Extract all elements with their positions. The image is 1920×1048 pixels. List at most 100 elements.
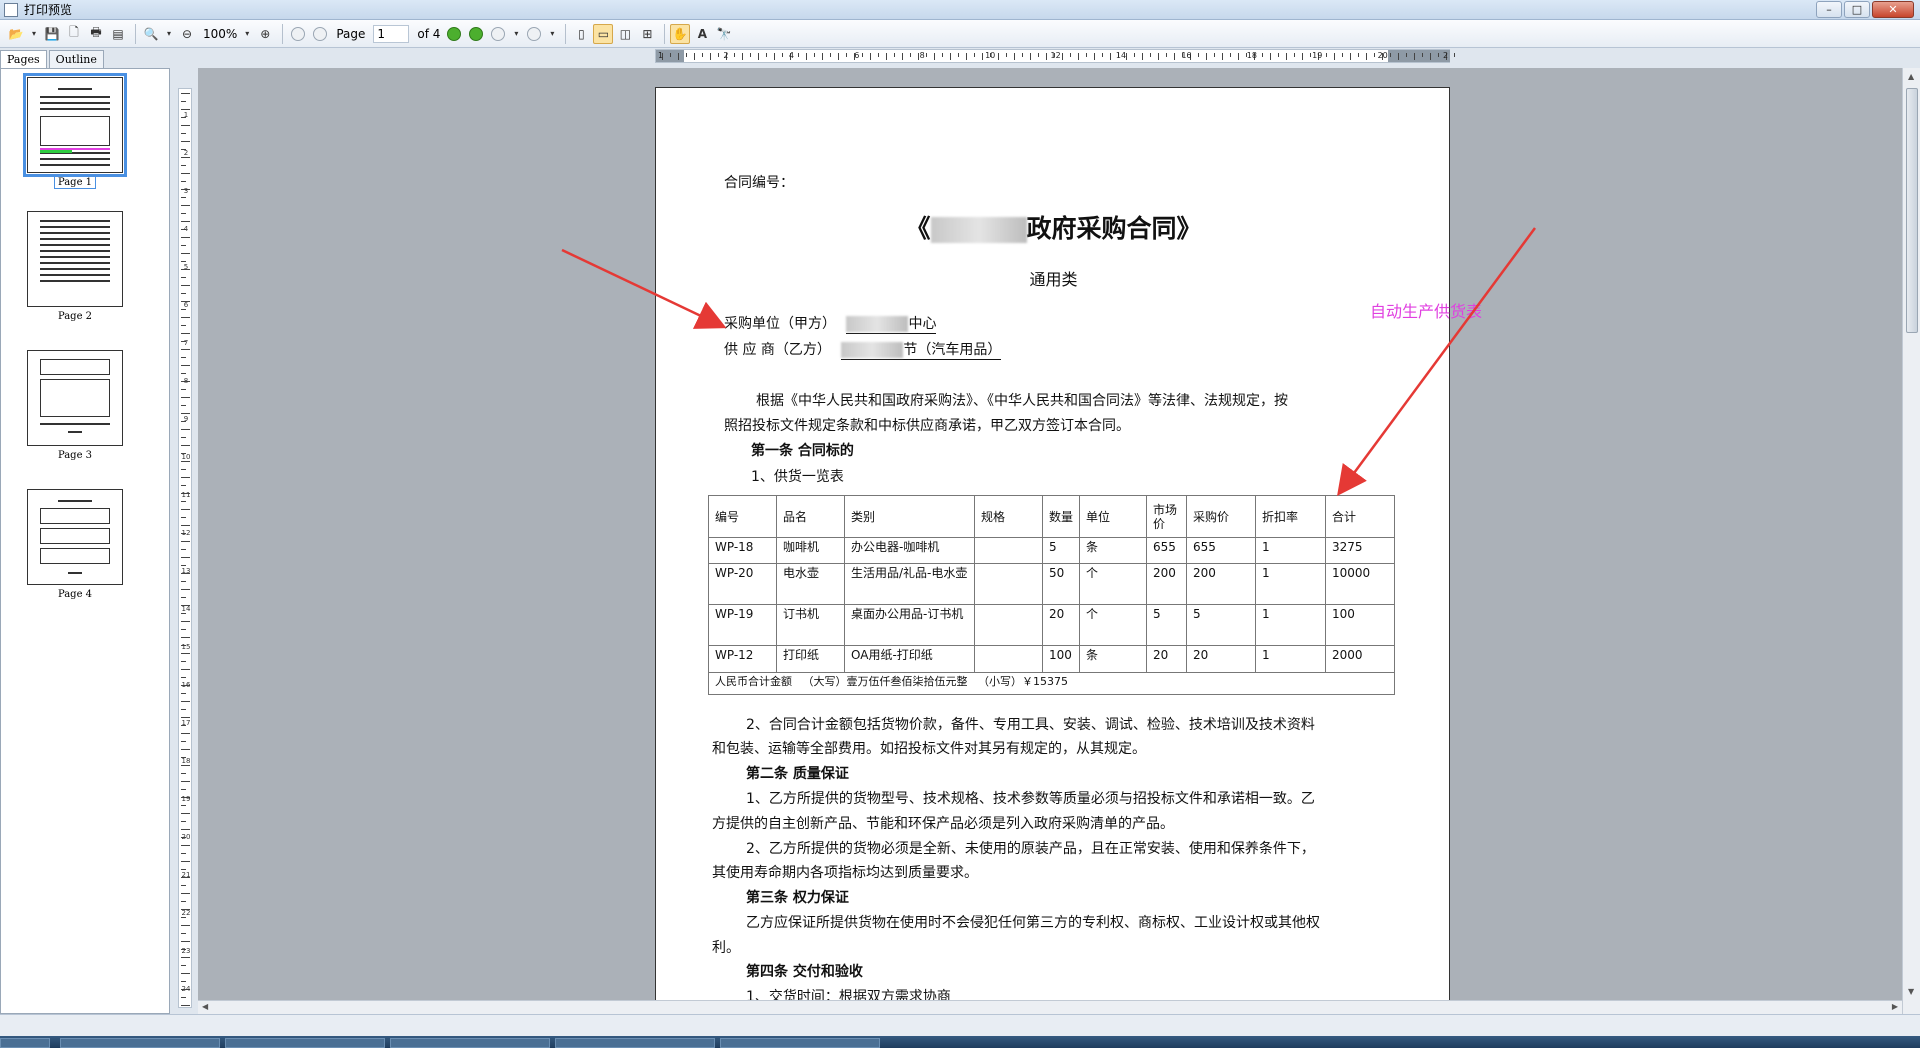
save-icon[interactable]: 💾 — [42, 24, 62, 44]
toolbar-separator — [135, 23, 136, 44]
zoom-out-icon[interactable]: ⊖ — [177, 24, 197, 44]
scroll-left-icon[interactable]: ◀ — [202, 1002, 208, 1011]
page-thumbnail[interactable] — [27, 350, 123, 446]
thumbnail-page-2[interactable]: Page 2 — [27, 211, 123, 322]
ruler-label: 20 — [1377, 51, 1388, 60]
ruler-tick — [181, 349, 190, 350]
taskbar-button[interactable] — [390, 1038, 550, 1048]
ruler-label: 4 — [183, 225, 189, 233]
paragraph-line: 其使用寿命期内各项指标均达到质量要求。 — [712, 865, 978, 881]
zoom-reset-icon[interactable]: ⊕ — [255, 24, 275, 44]
close-button[interactable]: ✕ — [1872, 1, 1914, 18]
ruler-tick — [181, 661, 186, 662]
scroll-up-icon[interactable]: ▲ — [1908, 72, 1914, 81]
ruler-tick — [181, 413, 190, 414]
zoom-level[interactable]: 100% — [203, 27, 237, 41]
open-dropdown-icon[interactable]: ▾ — [28, 24, 40, 44]
four-pages-icon[interactable]: ⊞ — [637, 24, 657, 44]
buyer-label: 采购单位（甲方） — [724, 316, 836, 332]
thumbnail-page-3[interactable]: Page 3 — [27, 350, 123, 461]
zoom-level-dropdown-icon[interactable]: ▾ — [241, 24, 253, 44]
start-button[interactable] — [0, 1038, 50, 1048]
ruler-label: 13 — [181, 567, 191, 575]
ruler-tick — [181, 677, 186, 678]
ruler-tick — [181, 277, 186, 278]
page-thumbnail[interactable] — [27, 211, 123, 307]
taskbar-button[interactable] — [720, 1038, 880, 1048]
thumbnail-page-4[interactable]: Page 4 — [27, 489, 123, 600]
article-2-heading: 第二条 质量保证 — [746, 766, 849, 782]
hand-tool-icon[interactable]: ✋ — [670, 23, 691, 44]
table-cell: 条 — [1079, 645, 1147, 673]
table-cell: WP-18 — [708, 537, 777, 564]
last-page-icon[interactable] — [466, 24, 486, 44]
ruler-tick — [181, 501, 186, 502]
ruler-tick — [181, 741, 186, 742]
ruler-tick — [894, 53, 895, 57]
ruler-tick — [181, 621, 190, 622]
ruler-tick — [1414, 53, 1415, 60]
text-select-icon[interactable]: A — [692, 24, 712, 44]
first-page-icon[interactable] — [288, 24, 308, 44]
ruler-tick — [1214, 53, 1215, 57]
ruler-tick — [1326, 53, 1327, 57]
vertical-scrollbar[interactable]: ▲ ▼ — [1902, 68, 1920, 1014]
ruler-tick — [1302, 53, 1303, 60]
thumbnail-panel: Page 1 Page 2 Page 3 Page 4 — [0, 68, 170, 1014]
ruler-tick — [181, 933, 186, 934]
ruler-tick — [181, 285, 190, 286]
ruler-tick — [1454, 53, 1455, 57]
ruler-tick — [1334, 53, 1335, 60]
forward-dropdown-icon[interactable]: ▾ — [546, 24, 558, 44]
back-icon[interactable] — [488, 24, 508, 44]
scroll-down-icon[interactable]: ▼ — [1908, 987, 1914, 996]
table-cell: 5 — [1042, 537, 1080, 564]
page-thumbnail[interactable] — [23, 73, 127, 177]
contract-number-label: 合同编号： — [724, 175, 794, 191]
toolbar-separator — [664, 23, 666, 44]
export-icon[interactable]: ▤ — [108, 24, 128, 44]
ruler-tick — [181, 389, 186, 390]
toolbar-separator — [282, 23, 284, 44]
ruler-tick — [1350, 53, 1351, 60]
maximize-button[interactable]: □ — [1844, 1, 1870, 18]
tab-pages[interactable]: Pages — [0, 50, 47, 68]
table-cell: 办公电器-咖啡机 — [844, 537, 975, 564]
ruler-label: 19 — [181, 795, 191, 803]
ruler-tick — [1086, 53, 1087, 57]
ruler-tick — [1398, 53, 1399, 60]
scroll-right-icon[interactable]: ▶ — [1892, 1002, 1898, 1011]
two-pages-icon[interactable]: ◫ — [615, 24, 635, 44]
taskbar-button[interactable] — [60, 1038, 220, 1048]
single-page-icon[interactable]: ▯ — [571, 24, 591, 44]
forward-icon[interactable] — [524, 24, 544, 44]
taskbar-button[interactable] — [555, 1038, 715, 1048]
print-icon[interactable]: 🖶 — [86, 24, 106, 44]
ruler-tick — [181, 477, 190, 478]
ruler-tick — [862, 53, 863, 57]
zoom-dropdown-icon[interactable]: ▾ — [163, 24, 175, 44]
horizontal-scrollbar[interactable]: ◀ ▶ — [198, 1000, 1902, 1014]
taskbar-button[interactable] — [225, 1038, 385, 1048]
previous-page-icon[interactable] — [310, 24, 330, 44]
table-cell — [974, 537, 1043, 564]
thumbnail-label: Page 3 — [57, 450, 93, 461]
ruler-label: 8 — [183, 377, 189, 385]
annotation-label: 自动生产供货表 — [1370, 302, 1483, 321]
minimize-button[interactable]: – — [1816, 1, 1842, 18]
fit-width-icon[interactable]: ▭ — [593, 23, 614, 44]
tab-outline[interactable]: Outline — [48, 50, 104, 68]
thumbnail-page-1[interactable]: Page 1 — [23, 73, 127, 189]
page-thumbnail[interactable] — [27, 489, 123, 585]
ruler-label: 1 — [658, 51, 664, 60]
back-dropdown-icon[interactable]: ▾ — [510, 24, 522, 44]
page-number-input[interactable]: 1 — [373, 24, 410, 43]
new-icon[interactable]: 🗋 — [64, 24, 84, 44]
table-row: WP-20 电水壶 生活用品/礼品-电水壶 50 个 200 200 1 100… — [708, 563, 1395, 605]
next-page-icon[interactable] — [444, 24, 464, 44]
find-icon[interactable]: 🔭 — [714, 24, 734, 44]
scrollbar-thumb[interactable] — [1906, 88, 1918, 333]
zoom-in-icon[interactable]: 🔍 — [141, 24, 161, 44]
ruler-tick — [181, 749, 190, 750]
open-icon[interactable]: 📂 — [6, 24, 26, 44]
